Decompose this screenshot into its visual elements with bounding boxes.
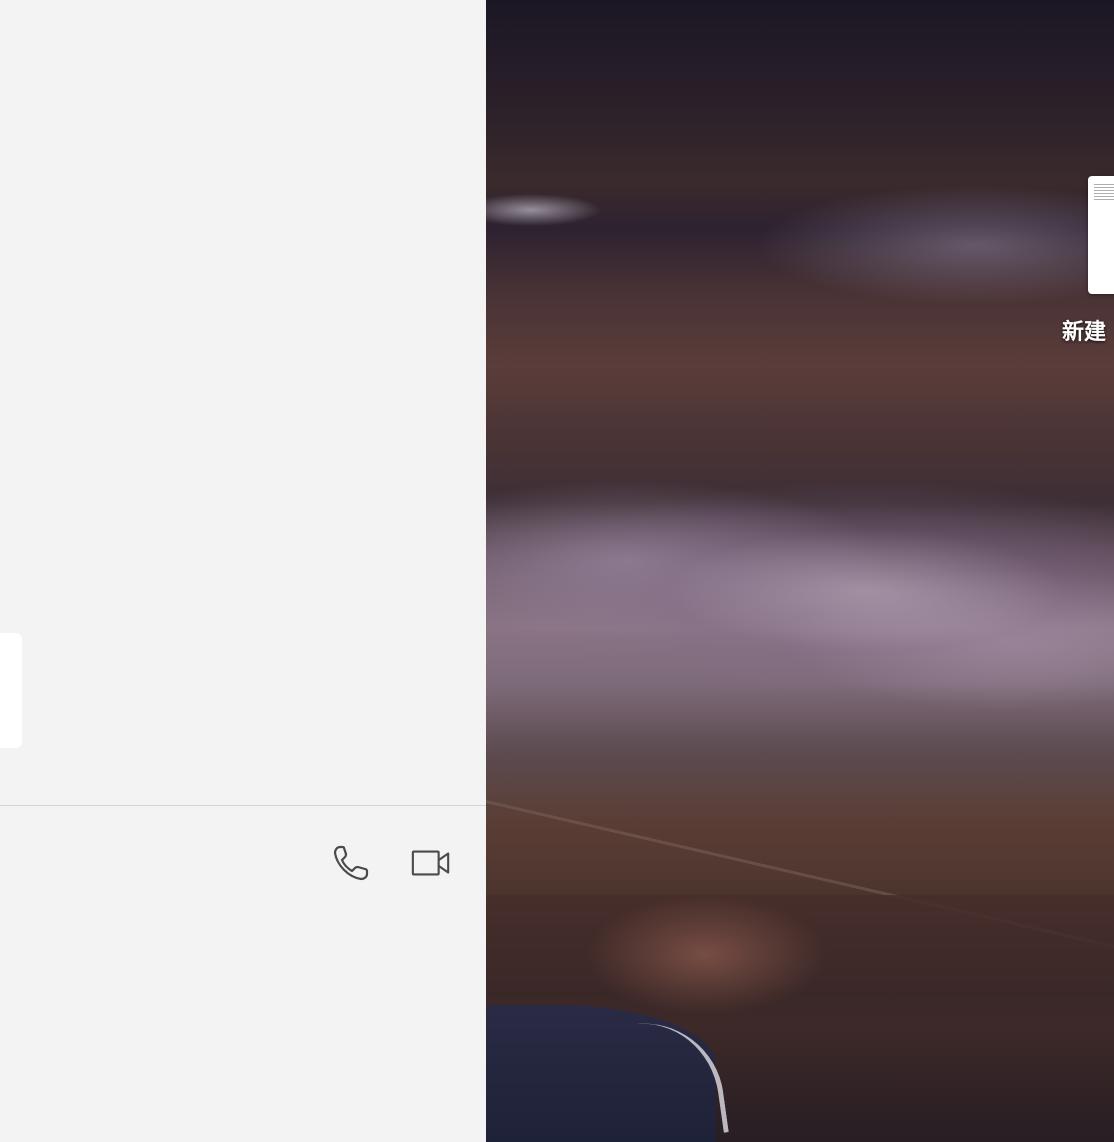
message-text-fragment — [0, 655, 6, 665]
document-thumbnail — [1094, 184, 1114, 202]
desktop-file-icon[interactable] — [1088, 176, 1114, 294]
phone-icon — [333, 845, 369, 881]
desktop-wallpaper — [486, 0, 1114, 1142]
voice-call-button[interactable] — [331, 842, 373, 884]
chat-window — [0, 0, 486, 1142]
desktop-file-label[interactable]: 新建 — [1062, 314, 1106, 346]
message-bubble[interactable] — [0, 633, 22, 748]
video-call-button[interactable] — [410, 842, 452, 884]
video-camera-icon — [411, 850, 450, 876]
input-divider — [0, 805, 486, 806]
